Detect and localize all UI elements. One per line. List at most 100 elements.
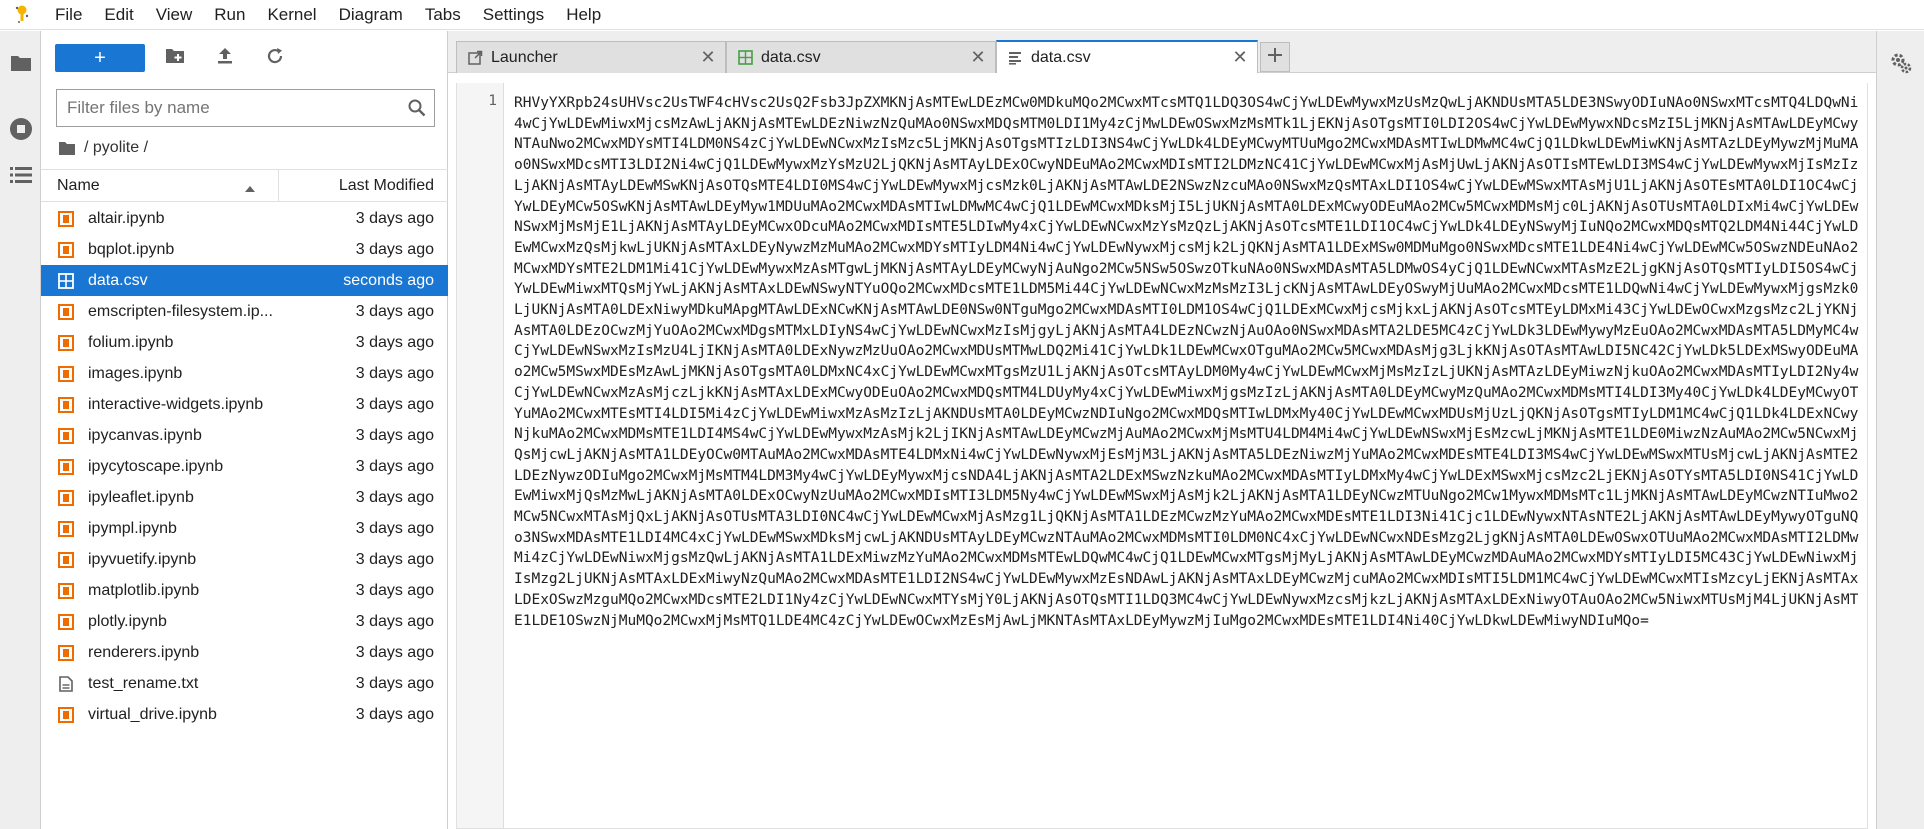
refresh-button[interactable]	[263, 46, 287, 70]
file-row[interactable]: ipyleaflet.ipynb 3 days ago	[41, 482, 448, 513]
column-header-name[interactable]: Name	[41, 170, 279, 201]
notebook-icon	[58, 396, 74, 413]
file-name: ipyvuetify.ipynb	[88, 550, 197, 568]
file-modified: 3 days ago	[355, 581, 434, 599]
file-row[interactable]: bqplot.ipynb 3 days ago	[41, 234, 448, 265]
new-folder-icon	[165, 48, 185, 69]
file-name: plotly.ipynb	[88, 612, 167, 630]
file-modified: 3 days ago	[355, 333, 434, 351]
tab-data-csv-grid[interactable]: data.csv ✕	[726, 41, 996, 73]
text-file-icon	[58, 675, 74, 692]
left-activity-bar	[0, 31, 41, 829]
file-modified: 3 days ago	[355, 488, 434, 506]
text-editor[interactable]: 1 RHVyYXRpb24sUHVsc2UsTWF4cHVsc2UsQ2Fsb3…	[456, 83, 1868, 829]
file-row[interactable]: folium.ipynb 3 days ago	[41, 327, 448, 358]
line-number: 1	[488, 93, 497, 109]
file-row[interactable]: ipycytoscape.ipynb 3 days ago	[41, 451, 448, 482]
file-row[interactable]: plotly.ipynb 3 days ago	[41, 606, 448, 637]
file-name: virtual_drive.ipynb	[88, 705, 217, 723]
launcher-icon	[467, 50, 483, 66]
tab-label: data.csv	[761, 48, 821, 66]
file-name: interactive-widgets.ipynb	[88, 395, 264, 413]
file-row[interactable]: virtual_drive.ipynb 3 days ago	[41, 699, 448, 730]
new-folder-button[interactable]	[163, 46, 187, 70]
file-row[interactable]: ipyvuetify.ipynb 3 days ago	[41, 544, 448, 575]
upload-icon	[217, 47, 233, 70]
notebook-icon	[58, 613, 74, 630]
menu-edit[interactable]: Edit	[93, 0, 144, 30]
upload-button[interactable]	[213, 46, 237, 70]
column-header-modified[interactable]: Last Modified	[279, 177, 448, 195]
file-modified: 3 days ago	[355, 209, 434, 227]
file-row-selected[interactable]: data.csv seconds ago	[41, 265, 448, 296]
file-row[interactable]: altair.ipynb 3 days ago	[41, 203, 448, 234]
tab-label: data.csv	[1031, 48, 1091, 66]
notebook-icon	[58, 458, 74, 475]
home-folder-icon[interactable]	[58, 141, 76, 156]
notebook-icon	[58, 520, 74, 537]
notebook-icon	[58, 427, 74, 444]
file-list-header: Name Last Modified	[41, 169, 448, 202]
file-row[interactable]: interactive-widgets.ipynb 3 days ago	[41, 389, 448, 420]
folder-icon	[10, 54, 32, 77]
column-name-label: Name	[57, 176, 100, 194]
sort-ascending-icon	[244, 180, 256, 198]
table-of-contents-tab[interactable]	[0, 157, 41, 197]
file-browser-tab[interactable]	[0, 45, 41, 85]
menu-view[interactable]: View	[145, 0, 204, 30]
file-name: test_rename.txt	[88, 674, 199, 692]
file-name: data.csv	[88, 271, 148, 289]
close-icon[interactable]: ✕	[1229, 47, 1251, 69]
file-name: folium.ipynb	[88, 333, 174, 351]
file-filter-box	[56, 89, 435, 127]
file-modified: 3 days ago	[355, 302, 434, 320]
line-number-gutter: 1	[457, 83, 504, 828]
file-row[interactable]: ipympl.ipynb 3 days ago	[41, 513, 448, 544]
notebook-icon	[58, 706, 74, 723]
tab-data-csv-editor[interactable]: data.csv ✕	[996, 40, 1258, 73]
running-sessions-tab[interactable]	[0, 111, 41, 151]
file-name: bqplot.ipynb	[88, 240, 175, 258]
file-row[interactable]: images.ipynb 3 days ago	[41, 358, 448, 389]
text-editor-icon	[1007, 50, 1023, 66]
file-modified: 3 days ago	[355, 426, 434, 444]
notebook-icon	[58, 334, 74, 351]
add-tab-button[interactable]	[1260, 42, 1290, 72]
notebook-icon	[58, 489, 74, 506]
file-browser-toolbar: +	[41, 31, 448, 85]
notebook-icon	[58, 241, 74, 258]
new-launcher-button[interactable]: +	[55, 44, 145, 72]
menu-tabs[interactable]: Tabs	[414, 0, 472, 30]
file-row[interactable]: renderers.ipynb 3 days ago	[41, 637, 448, 668]
file-modified: 3 days ago	[355, 457, 434, 475]
search-icon	[400, 99, 434, 117]
menu-help[interactable]: Help	[555, 0, 612, 30]
breadcrumb-path[interactable]: / pyolite /	[84, 139, 148, 157]
file-row[interactable]: test_rename.txt 3 days ago	[41, 668, 448, 699]
file-modified: 3 days ago	[355, 550, 434, 568]
close-icon[interactable]: ✕	[967, 47, 989, 69]
file-name: emscripten-filesystem.ip...	[88, 302, 273, 320]
file-row[interactable]: matplotlib.ipynb 3 days ago	[41, 575, 448, 606]
menu-diagram[interactable]: Diagram	[328, 0, 414, 30]
tab-label: Launcher	[491, 48, 558, 66]
editor-content[interactable]: RHVyYXRpb24sUHVsc2UsTWF4cHVsc2UsQ2Fsb3Jp…	[514, 93, 1862, 631]
menu-run[interactable]: Run	[203, 0, 256, 30]
menu-kernel[interactable]: Kernel	[256, 0, 327, 30]
menu-settings[interactable]: Settings	[472, 0, 555, 30]
tab-launcher[interactable]: Launcher ✕	[456, 41, 726, 73]
file-row[interactable]: emscripten-filesystem.ip... 3 days ago	[41, 296, 448, 327]
file-name: renderers.ipynb	[88, 643, 200, 661]
breadcrumb: / pyolite /	[58, 135, 148, 161]
file-modified: 3 days ago	[355, 395, 434, 413]
tab-bar: Launcher ✕ data.csv ✕ data.csv ✕	[448, 31, 1876, 73]
file-name: images.ipynb	[88, 364, 183, 382]
file-modified: 3 days ago	[355, 364, 434, 382]
file-name: ipycytoscape.ipynb	[88, 457, 224, 475]
spreadsheet-icon	[58, 272, 74, 289]
file-row[interactable]: ipycanvas.ipynb 3 days ago	[41, 420, 448, 451]
menu-file[interactable]: File	[44, 0, 93, 30]
close-icon[interactable]: ✕	[697, 47, 719, 69]
filter-files-input[interactable]	[57, 91, 400, 125]
property-inspector-button[interactable]	[1889, 53, 1913, 77]
